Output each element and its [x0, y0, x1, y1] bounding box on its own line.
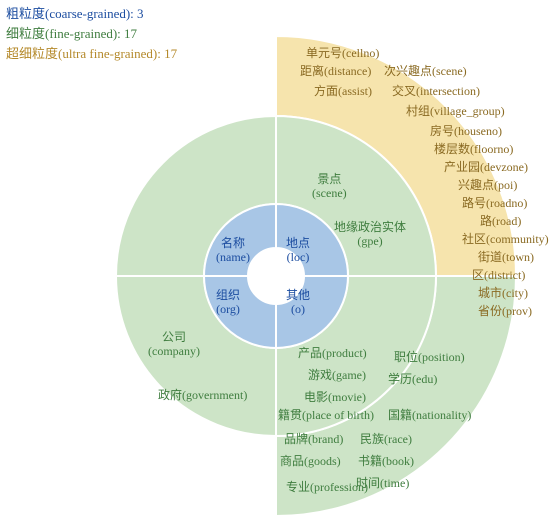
inner-org: 组织(org): [216, 288, 240, 316]
sunburst-diagram: 粗粒度(coarse-grained): 3 细粒度(fine-grained)…: [0, 0, 552, 524]
out-intersect: 交叉(intersection): [392, 84, 480, 98]
out-prof: 专业(profession): [286, 480, 368, 494]
out-floorno: 楼层数(floorno): [434, 142, 513, 156]
inner-o: 其他(o): [286, 288, 310, 316]
out-road: 路(road): [480, 214, 521, 228]
out-product: 产品(product): [298, 346, 367, 360]
out-position: 职位(position): [394, 350, 465, 364]
out-city: 城市(city): [478, 286, 528, 300]
out-houseno: 房号(houseno): [430, 124, 502, 138]
out-book: 书籍(book): [358, 454, 414, 468]
out-cellno: 单元号(cellno): [306, 46, 379, 60]
out-community: 社区(community): [462, 232, 549, 246]
out-assist: 方面(assist): [314, 84, 372, 98]
out-birth: 籍贯(place of birth): [278, 408, 374, 422]
legend-fine: 细粒度(fine-grained): 17: [6, 24, 177, 44]
out-village: 村组(village_group): [406, 104, 505, 118]
mid-gov: 政府(government): [158, 388, 247, 402]
legend-ultra: 超细粒度(ultra fine-grained): 17: [6, 44, 177, 64]
legend: 粗粒度(coarse-grained): 3 细粒度(fine-grained)…: [6, 4, 177, 64]
out-edu: 学历(edu): [388, 372, 437, 386]
out-race: 民族(race): [360, 432, 412, 446]
out-brand: 品牌(brand): [284, 432, 343, 446]
out-prov: 省份(prov): [478, 304, 532, 318]
inner-loc: 地点(loc): [286, 236, 310, 264]
mid-gpe: 地缘政治实体(gpe): [334, 220, 406, 248]
out-town: 街道(town): [478, 250, 534, 264]
inner-name: 名称(name): [216, 236, 250, 264]
out-goods: 商品(goods): [280, 454, 341, 468]
out-devzone: 产业园(devzone): [444, 160, 528, 174]
mid-company: 公司(company): [148, 330, 200, 358]
out-roadno: 路号(roadno): [462, 196, 527, 210]
out-district: 区(district): [472, 268, 525, 282]
out-scene2: 次兴趣点(scene): [384, 64, 467, 78]
out-nation: 国籍(nationality): [388, 408, 471, 422]
out-poi: 兴趣点(poi): [458, 178, 517, 192]
rings-svg: [0, 0, 552, 524]
out-movie: 电影(movie): [304, 390, 366, 404]
out-game: 游戏(game): [308, 368, 366, 382]
mid-scene: 景点(scene): [312, 172, 347, 200]
out-distance: 距离(distance): [300, 64, 371, 78]
legend-coarse: 粗粒度(coarse-grained): 3: [6, 4, 177, 24]
